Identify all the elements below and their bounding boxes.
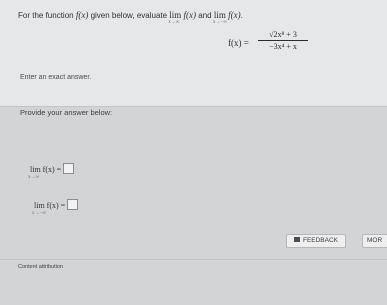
exact-answer-note: Enter an exact answer. — [20, 74, 92, 81]
numerator: √2x⁸ + 3 — [258, 30, 308, 41]
prompt-and: and — [198, 11, 212, 20]
provide-answer-label: Provide your answer below: — [20, 108, 113, 117]
limit-negative: lim x→−∞ — [213, 10, 227, 25]
lim-sub: x→∞ — [168, 20, 180, 25]
function-label: f(x) = — [228, 38, 249, 48]
lim-word: lim — [169, 10, 182, 20]
feedback-label: FEEDBACK — [302, 237, 339, 244]
content-attribution-link[interactable]: Content attribution — [18, 264, 63, 270]
feedback-button[interactable]: FEEDBACK — [286, 234, 346, 248]
answer-input-negative-infinity[interactable] — [67, 199, 79, 210]
answer-lim-positive: lim x→∞ — [28, 165, 41, 180]
answer-input-positive-infinity[interactable] — [63, 163, 75, 174]
answer-lim-sub: x→∞ — [28, 175, 40, 180]
answer-eq-negative: f(x) = — [46, 201, 66, 210]
more-label: MOR — [367, 237, 383, 244]
prompt-function-2: f(x) — [183, 10, 197, 20]
question-prompt: For the function f(x) given below, evalu… — [18, 10, 243, 25]
answer-lim-word: lim — [30, 165, 41, 174]
answer-row-positive: lim x→∞ f(x) = — [28, 163, 75, 180]
prompt-function-3: f(x) — [228, 10, 241, 20]
feedback-icon — [293, 237, 300, 242]
lim-word-2: lim — [213, 10, 226, 20]
answer-eq-positive: f(x) = — [42, 165, 62, 174]
prompt-prefix: For the function — [18, 11, 74, 20]
answer-lim-negative: lim x→−∞ — [32, 201, 46, 216]
limit-positive: lim x→∞ — [168, 10, 182, 25]
denominator: −3x⁴ + x — [269, 42, 297, 51]
lim-sub-2: x→−∞ — [212, 20, 227, 25]
answer-lim-sub-2: x→−∞ — [32, 211, 46, 216]
answer-row-negative: lim x→−∞ f(x) = — [32, 199, 79, 216]
answer-panel: Provide your answer below: lim x→∞ f(x) =… — [0, 107, 387, 305]
function-fraction: √2x⁸ + 3 −3x⁴ + x — [258, 30, 308, 51]
answer-lim-word-2: lim — [34, 201, 45, 210]
footer-divider — [0, 259, 387, 260]
question-panel: For the function f(x) given below, evalu… — [0, 0, 387, 107]
more-button[interactable]: MOR — [362, 234, 387, 248]
prompt-middle: given below, evaluate — [90, 11, 168, 20]
prompt-function: f(x) — [75, 10, 89, 20]
